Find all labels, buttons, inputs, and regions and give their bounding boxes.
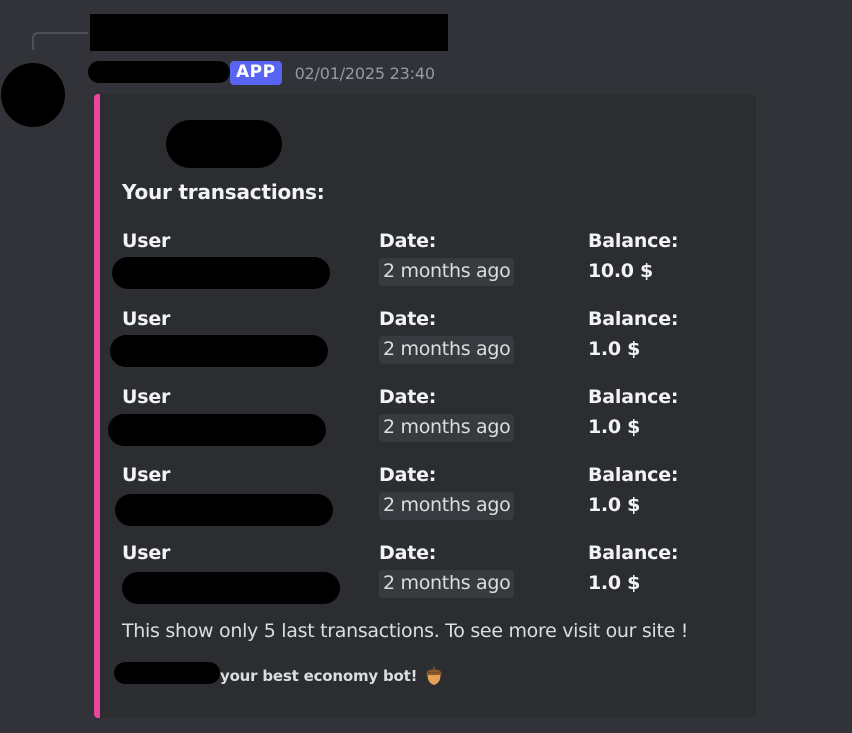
date-field-value: 2 months ago <box>379 570 515 598</box>
date-field-label: Date: <box>379 464 437 486</box>
date-field-value: 2 months ago <box>379 258 515 286</box>
user-field-label: User <box>122 308 171 330</box>
date-field-value: 2 months ago <box>379 336 515 364</box>
balance-field-value: 1.0 $ <box>588 338 640 360</box>
date-field-label: Date: <box>379 230 437 252</box>
footer-text: your best economy bot! <box>220 667 418 685</box>
user-field-label: User <box>122 542 171 564</box>
embed-accent-bar <box>94 94 100 718</box>
embed-title: Your transactions: <box>122 180 325 204</box>
embed-description: This show only 5 last transactions. To s… <box>122 620 689 642</box>
redacted-reply-content[interactable] <box>90 14 448 51</box>
redacted-username[interactable] <box>88 61 230 83</box>
transaction-row: User Date: 2 months ago Balance: 1.0 $ <box>115 464 742 542</box>
date-code: 2 months ago <box>379 492 515 520</box>
transaction-row: User Date: 2 months ago Balance: 1.0 $ <box>108 386 742 464</box>
transaction-fields: User Date: 2 months ago Balance: 10.0 $ … <box>108 230 742 620</box>
balance-field-label: Balance: <box>588 308 679 330</box>
date-code: 2 months ago <box>379 414 515 442</box>
date-field-label: Date: <box>379 308 437 330</box>
reply-spine <box>32 32 88 50</box>
acorn-icon <box>425 666 443 686</box>
balance-field-label: Balance: <box>588 386 679 408</box>
message-header: APP 02/01/2025 23:40 <box>230 60 435 86</box>
transactions-embed: Your transactions: User Date: 2 months a… <box>94 94 756 718</box>
avatar[interactable] <box>1 63 65 127</box>
redacted-footer-name <box>114 662 220 684</box>
date-code: 2 months ago <box>379 258 515 286</box>
balance-field-value: 10.0 $ <box>588 260 653 282</box>
balance-field-value: 1.0 $ <box>588 494 640 516</box>
transaction-row: User Date: 2 months ago Balance: 10.0 $ <box>112 230 742 308</box>
date-field-value: 2 months ago <box>379 492 515 520</box>
balance-field-value: 1.0 $ <box>588 572 640 594</box>
balance-field-label: Balance: <box>588 542 679 564</box>
date-field-label: Date: <box>379 542 437 564</box>
user-field-label: User <box>122 464 171 486</box>
redacted-embed-author <box>166 120 282 168</box>
user-field-label: User <box>122 386 171 408</box>
message-timestamp[interactable]: 02/01/2025 23:40 <box>295 64 435 83</box>
redacted-user-value[interactable] <box>110 335 328 367</box>
transaction-row: User Date: 2 months ago Balance: 1.0 $ <box>122 542 742 620</box>
redacted-user-value[interactable] <box>112 257 330 289</box>
balance-field-value: 1.0 $ <box>588 416 640 438</box>
date-code: 2 months ago <box>379 570 515 598</box>
embed-footer: your best economy bot! <box>220 666 443 686</box>
transaction-row: User Date: 2 months ago Balance: 1.0 $ <box>110 308 742 386</box>
redacted-user-value[interactable] <box>122 572 340 604</box>
app-badge: APP <box>230 61 282 85</box>
date-code: 2 months ago <box>379 336 515 364</box>
redacted-user-value[interactable] <box>108 414 326 446</box>
date-field-label: Date: <box>379 386 437 408</box>
date-field-value: 2 months ago <box>379 414 515 442</box>
balance-field-label: Balance: <box>588 230 679 252</box>
user-field-label: User <box>122 230 171 252</box>
balance-field-label: Balance: <box>588 464 679 486</box>
redacted-user-value[interactable] <box>115 494 333 526</box>
